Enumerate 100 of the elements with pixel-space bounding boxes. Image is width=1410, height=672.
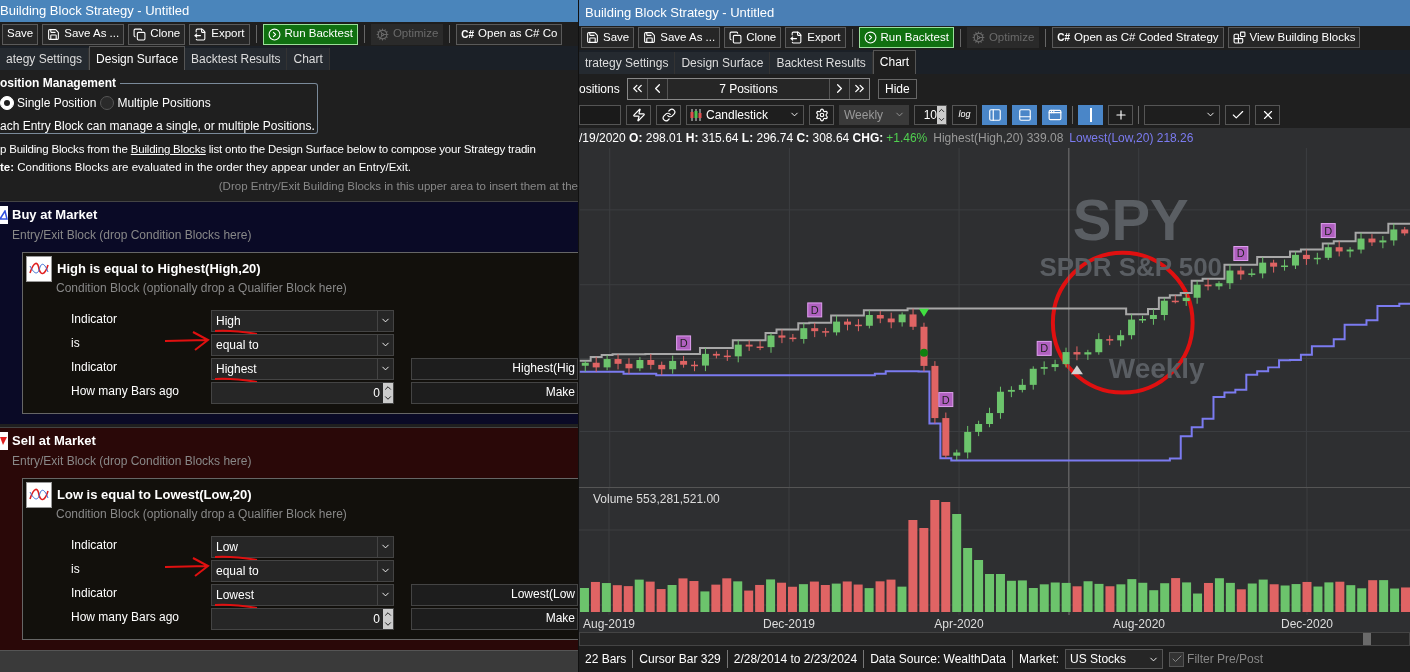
log-scale-button[interactable]: log <box>952 104 977 125</box>
dropdown[interactable]: Lowest <box>211 583 394 606</box>
number-spinner[interactable]: 0 <box>211 607 394 630</box>
number-spinner[interactable]: 0 <box>211 381 394 404</box>
candlestick <box>1171 294 1179 304</box>
candlestick <box>680 355 688 368</box>
icon-button[interactable] <box>1012 104 1037 125</box>
dropdown[interactable]: equal to <box>211 559 394 582</box>
tab[interactable]: Chart <box>287 48 330 70</box>
candlestick <box>1313 252 1321 265</box>
settings-icon <box>814 107 829 122</box>
gear-icon <box>971 31 985 45</box>
candlestick <box>1281 258 1289 271</box>
dividend-marker[interactable]: D <box>1320 222 1336 238</box>
dropdown[interactable]: Low <box>211 535 394 558</box>
candlestick <box>1346 246 1354 258</box>
horizontal-scrollbar[interactable] <box>579 632 1410 647</box>
icon-button[interactable] <box>656 104 681 125</box>
toolbar-button[interactable]: Export <box>785 27 846 49</box>
toolbar-button[interactable]: Export <box>189 23 250 45</box>
parameter-button[interactable]: Make <box>411 381 578 404</box>
toolbar-button[interactable]: Clone <box>724 27 782 49</box>
toolbar-button[interactable]: Save <box>581 27 635 49</box>
tab[interactable]: Backtest Results <box>770 51 873 74</box>
dividend-marker[interactable]: D <box>938 391 954 407</box>
building-blocks-link[interactable]: Building Blocks <box>130 143 206 155</box>
candlestick <box>1302 248 1310 266</box>
candlestick <box>658 360 666 376</box>
toolbar-button[interactable]: C# Open as C# Co <box>456 23 563 45</box>
save-icon <box>586 31 599 45</box>
tab[interactable]: Design Surface <box>675 51 771 74</box>
candlestick <box>723 349 731 362</box>
input-field[interactable] <box>579 104 621 125</box>
parameter-button[interactable]: Highest(Hig <box>411 357 578 380</box>
field-label: Indicator <box>71 536 118 554</box>
parameter-button[interactable]: Make <box>411 607 578 630</box>
candlestick <box>767 332 775 354</box>
toolbar-button[interactable]: C# Open as C# Coded Strategy <box>1052 27 1224 49</box>
tab[interactable]: Backtest Results <box>185 48 288 70</box>
candlestick <box>811 322 819 338</box>
volume-label: Volume 553,281,521.00 <box>593 491 720 509</box>
indicator-legend: Highest(High,20) 339.08 <box>933 128 1064 147</box>
field-label: is <box>71 560 80 578</box>
dropdown[interactable]: Highest <box>211 357 394 380</box>
dividend-marker[interactable]: D <box>1233 245 1249 261</box>
dropdown[interactable]: equal to <box>211 333 394 356</box>
parameter-button[interactable]: Lowest(Low <box>411 583 578 606</box>
icon-button[interactable] <box>1225 104 1250 125</box>
block-subtitle: Entry/Exit Block (drop Condition Blocks here) <box>12 452 253 470</box>
dividend-marker[interactable]: D <box>676 335 692 351</box>
candlestick <box>1128 313 1136 340</box>
toolbar-button[interactable]: Clone <box>128 23 186 45</box>
field-label: Indicator <box>71 584 118 602</box>
toolbar-button[interactable]: Run Backtest <box>262 23 358 45</box>
icon-button[interactable] <box>1108 104 1133 125</box>
dropdown[interactable]: Candlestick <box>686 104 804 125</box>
dividend-marker[interactable]: D <box>807 302 823 318</box>
block-title: Buy at Market <box>12 206 98 224</box>
icon-button[interactable] <box>1255 104 1280 125</box>
candlestick <box>1401 226 1409 236</box>
tab[interactable]: ategy Settings <box>0 48 90 70</box>
candlestick <box>1029 365 1037 390</box>
candlestick <box>844 318 851 331</box>
candlestick <box>800 322 808 344</box>
toolbar-button[interactable]: Save As ... <box>638 27 721 49</box>
dividend-marker[interactable]: D <box>1036 340 1052 356</box>
icon-button[interactable] <box>1078 104 1103 125</box>
radio-button[interactable] <box>100 96 115 110</box>
icon-button[interactable] <box>809 104 834 125</box>
market-dropdown[interactable]: US Stocks <box>1065 649 1164 670</box>
candlestick <box>1095 332 1103 355</box>
candlestick <box>581 360 589 372</box>
tab[interactable]: Design Surface <box>89 46 186 70</box>
field-label: is <box>71 334 80 352</box>
axis-label: Aug-2020 <box>1113 616 1165 634</box>
status-text: Data Source: WealthData <box>864 650 1014 669</box>
axis-label: Dec-2019 <box>763 616 815 634</box>
number-spinner[interactable]: 10 <box>914 104 947 125</box>
icon-button[interactable] <box>1042 104 1067 125</box>
candlestick <box>1149 308 1157 326</box>
candlestick <box>691 360 698 372</box>
dropdown[interactable]: High <box>211 309 394 332</box>
radio-label[interactable]: Single Position <box>17 94 97 112</box>
scrollbar-thumb[interactable] <box>1363 633 1371 646</box>
filter-checkbox[interactable] <box>1169 651 1185 667</box>
toolbar-button[interactable]: Run Backtest <box>858 27 954 49</box>
toolbar-button[interactable]: Save <box>2 23 39 45</box>
radio-label[interactable]: Multiple Positions <box>117 94 211 112</box>
candlestick <box>669 354 677 374</box>
hide-button[interactable]: Hide <box>878 78 917 99</box>
gear-icon <box>375 27 389 41</box>
icon-button[interactable] <box>626 104 651 125</box>
toolbar-button[interactable]: Save As ... <box>42 23 125 45</box>
toolbar-button[interactable]: View Building Blocks <box>1227 27 1361 49</box>
tab[interactable]: trategy Settings <box>579 51 676 74</box>
candlestick <box>603 354 611 371</box>
candlestick <box>1292 250 1299 270</box>
icon-button[interactable] <box>982 104 1007 125</box>
candlestick <box>701 347 709 372</box>
candlestick <box>1226 263 1234 290</box>
